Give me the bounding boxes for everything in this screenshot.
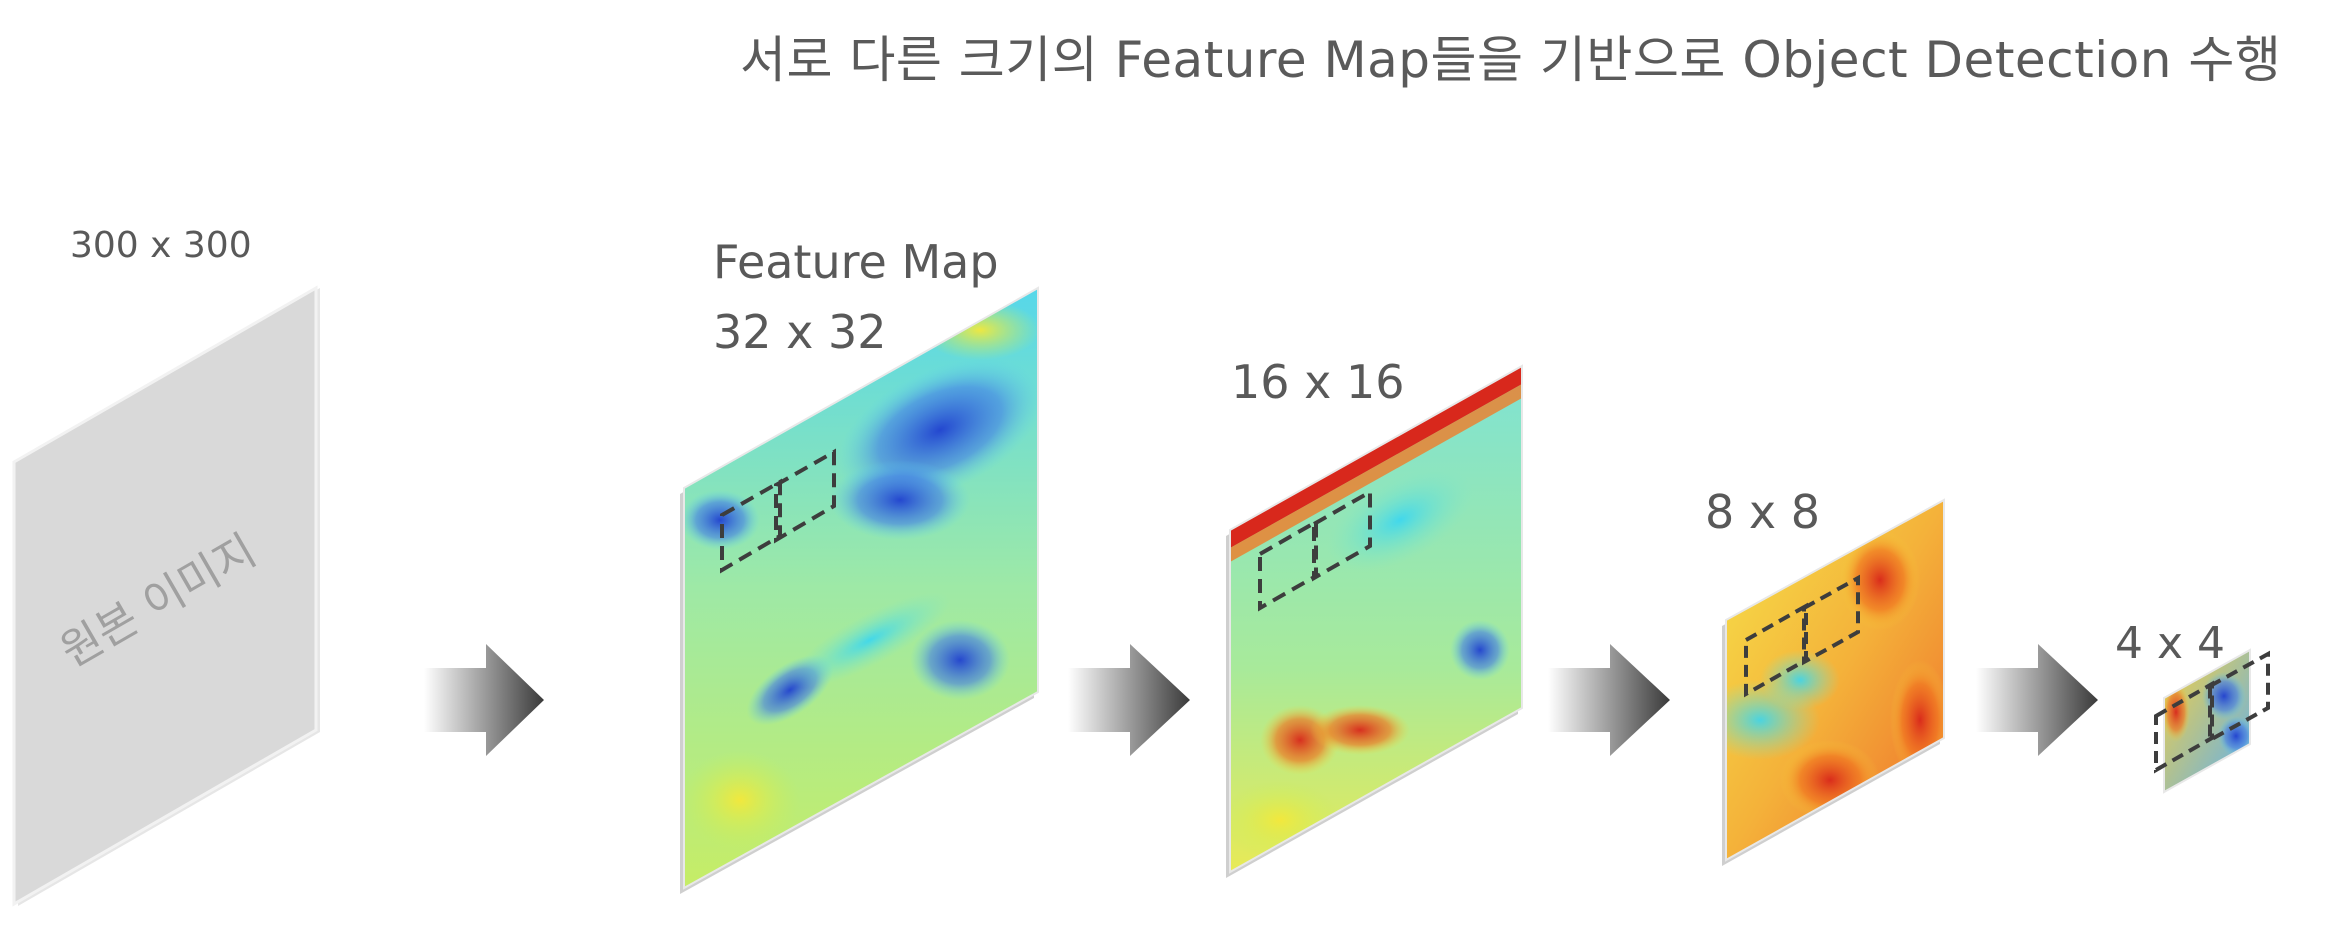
feature-map-4: [2154, 648, 2270, 794]
arrow-1: [424, 644, 544, 756]
arrow-3: [1548, 644, 1670, 756]
arrow-4: [1976, 644, 2098, 756]
feature-map-8: [1722, 498, 1945, 866]
ssd-diagram: 원본 이미지: [12, 285, 2270, 907]
feature-map-16: [1226, 364, 1523, 878]
input-image-plane: 원본 이미지: [12, 285, 320, 907]
feature-map-32: [680, 286, 1039, 894]
arrow-2: [1068, 644, 1190, 756]
